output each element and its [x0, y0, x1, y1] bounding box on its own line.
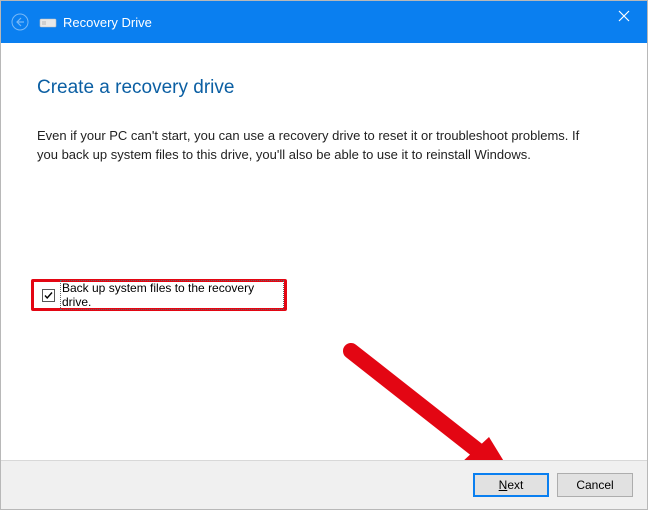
back-button [5, 1, 35, 43]
highlight-box: Back up system files to the recovery dri… [31, 279, 287, 311]
page-description: Even if your PC can't start, you can use… [37, 127, 597, 165]
cancel-button[interactable]: Cancel [557, 473, 633, 497]
recovery-drive-icon [39, 15, 57, 29]
close-button[interactable] [601, 1, 647, 31]
content-area: Create a recovery drive Even if your PC … [1, 43, 647, 165]
recovery-drive-dialog: Recovery Drive Create a recovery drive E… [0, 0, 648, 510]
button-bar: Next Cancel [1, 460, 647, 509]
next-button[interactable]: Next [473, 473, 549, 497]
window-title: Recovery Drive [63, 15, 152, 30]
titlebar: Recovery Drive [1, 1, 647, 43]
backup-checkbox[interactable] [42, 289, 55, 302]
backup-checkbox-label: Back up system files to the recovery dri… [60, 280, 284, 310]
page-heading: Create a recovery drive [37, 77, 611, 99]
